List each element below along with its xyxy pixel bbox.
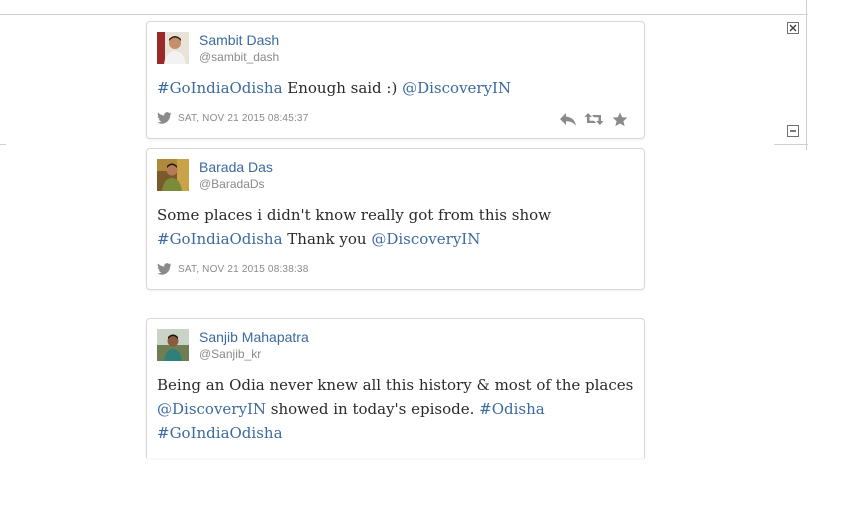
close-icon [789, 24, 797, 32]
avatar[interactable] [157, 329, 189, 361]
avatar[interactable] [157, 159, 189, 191]
user-handle[interactable]: @Sanjib_kr [199, 347, 261, 361]
hashtag-link[interactable]: #GoIndiaOdisha [157, 79, 283, 97]
tweet-text: Some places i didn't know really got fro… [157, 203, 637, 251]
tweet-text: #GoIndiaOdisha Enough said :) @Discovery… [157, 76, 637, 100]
twitter-bird-icon [157, 112, 172, 124]
close-button[interactable] [787, 22, 799, 34]
star-icon [612, 111, 628, 126]
right-divider-stub [774, 144, 808, 145]
favorite-button[interactable] [610, 111, 630, 127]
user-handle[interactable]: @sambit_dash [199, 50, 279, 64]
tweet-meta: SAT, NOV 21 2015 08:38:38 [157, 262, 308, 276]
timestamp: SAT, NOV 21 2015 08:38:38 [178, 263, 309, 275]
user-handle[interactable]: @BaradaDs [199, 177, 265, 191]
timestamp: SAT, NOV 21 2015 08:45:37 [178, 112, 309, 124]
tweet-text: Being an Odia never knew all this histor… [157, 373, 637, 445]
tweet-text-segment: Enough said :) [282, 79, 403, 97]
tweet-meta: SAT, NOV 21 2015 08:45:37 [157, 111, 308, 125]
hashtag-link[interactable]: #GoIndiaOdisha [157, 230, 283, 248]
avatar[interactable] [157, 32, 189, 64]
reply-button[interactable] [558, 111, 578, 127]
tweet-text-segment: Being an Odia never knew all this histor… [157, 376, 634, 394]
user-name[interactable]: Sambit Dash [199, 32, 279, 48]
minimize-button[interactable] [787, 125, 799, 137]
mention-link[interactable]: @DiscoveryIN [157, 400, 266, 418]
user-name[interactable]: Barada Das [199, 159, 273, 175]
tweet-card: Sambit Dash @sambit_dash #GoIndiaOdisha … [146, 21, 645, 139]
twitter-bird-icon [157, 263, 172, 275]
retweet-icon [584, 113, 604, 125]
mention-link[interactable]: @DiscoveryIN [371, 230, 480, 248]
tweet-text-segment: Some places i didn't know really got fro… [157, 206, 551, 224]
top-divider [0, 14, 808, 15]
tweet-actions [558, 111, 630, 127]
tweet-card: Sanjib Mahapatra @Sanjib_kr Being an Odi… [146, 318, 645, 458]
left-divider-stub [0, 144, 6, 145]
minimize-icon [790, 130, 796, 132]
user-name[interactable]: Sanjib Mahapatra [199, 329, 309, 345]
hashtag-link[interactable]: #Odisha [479, 400, 545, 418]
tweet-text-segment: Thank you [282, 230, 372, 248]
right-divider [806, 0, 807, 150]
mention-link[interactable]: @DiscoveryIN [402, 79, 511, 97]
reply-icon [560, 113, 576, 126]
tweet-card: Barada Das @BaradaDs Some places i didn'… [146, 148, 645, 290]
retweet-button[interactable] [584, 111, 604, 127]
hashtag-link[interactable]: #GoIndiaOdisha [157, 424, 283, 442]
tweet-text-segment: showed in today's episode. [266, 400, 480, 418]
